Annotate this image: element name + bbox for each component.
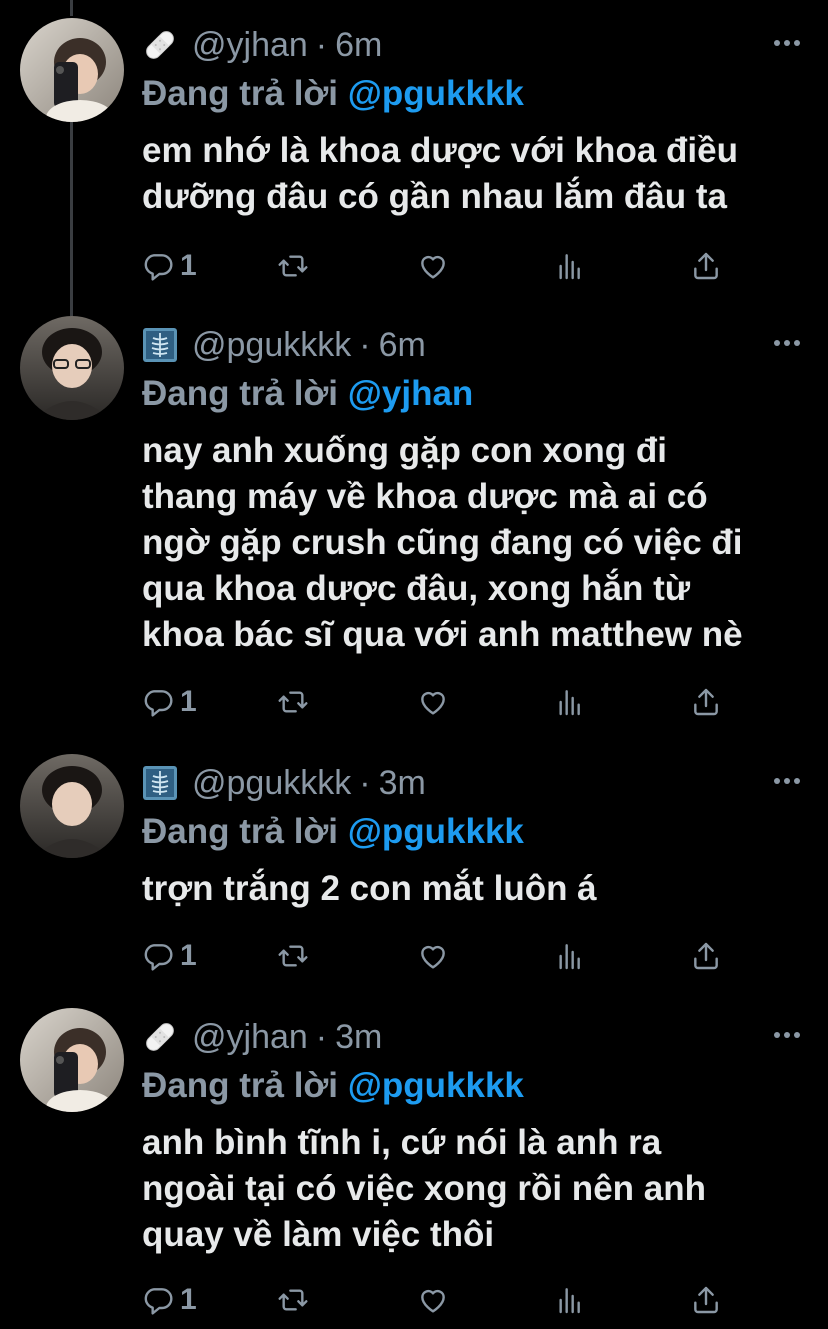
reply-mention[interactable]: @pgukkkk [348, 74, 524, 113]
like-button[interactable] [416, 682, 450, 722]
retweet-icon [276, 1284, 310, 1316]
retweet-button[interactable] [276, 682, 310, 722]
like-icon [416, 940, 450, 972]
x-ray-icon [142, 327, 178, 363]
tweet-time[interactable]: 3m [335, 1018, 382, 1057]
more-icon[interactable] [774, 328, 800, 358]
retweet-icon [276, 940, 310, 972]
reply-count: 1 [180, 685, 197, 718]
reply-count: 1 [180, 939, 197, 972]
separator-dot: · [359, 763, 371, 802]
reply-button[interactable]: 1 [142, 682, 197, 722]
more-icon[interactable] [774, 28, 800, 58]
tweet-time[interactable]: 6m [379, 326, 426, 365]
tweet-header: @yjhan · 6m [142, 22, 382, 68]
reply-button[interactable]: 1 [142, 246, 197, 286]
action-bar: 1 [142, 682, 742, 722]
share-button[interactable] [690, 246, 722, 286]
bandage-icon [142, 1019, 178, 1055]
analytics-button[interactable] [554, 1280, 586, 1320]
reply-label: Đang trả lời [142, 812, 339, 851]
share-button[interactable] [690, 682, 722, 722]
share-button[interactable] [690, 1280, 722, 1320]
share-icon [690, 1284, 722, 1316]
separator-dot: · [359, 325, 371, 364]
analytics-icon [554, 940, 586, 972]
tweet-text: em nhớ là khoa dược với khoa điều dưỡng … [142, 131, 738, 216]
tweet[interactable]: @yjhan · 6m Đang trả lời @pgukkkk em nhớ… [0, 18, 828, 302]
reply-button[interactable]: 1 [142, 936, 197, 976]
retweet-button[interactable] [276, 936, 310, 976]
separator-dot: · [315, 1017, 328, 1056]
more-icon[interactable] [774, 1020, 800, 1050]
reply-icon [142, 686, 174, 718]
thread-line [70, 0, 73, 16]
action-bar: 1 [142, 246, 742, 286]
tweet-time[interactable]: 6m [335, 26, 382, 65]
tweet-text: anh bình tĩnh i, cứ nói là anh ra ngoài … [142, 1123, 706, 1254]
reply-count: 1 [180, 249, 197, 282]
tweet-handle[interactable]: @yjhan [192, 26, 308, 65]
reply-context: Đang trả lời @yjhan [142, 374, 473, 414]
tweet[interactable]: @pgukkkk · 3m Đang trả lời @pgukkkk trợn… [0, 754, 828, 1000]
reply-label: Đang trả lời [142, 74, 339, 113]
tweet[interactable]: @pgukkkk · 6m Đang trả lời @yjhan nay an… [0, 316, 828, 742]
avatar[interactable] [20, 316, 124, 420]
analytics-icon [554, 686, 586, 718]
reply-context: Đang trả lời @pgukkkk [142, 812, 524, 852]
tweet-text: nay anh xuống gặp con xong đi thang máy … [142, 431, 743, 654]
x-ray-icon [142, 765, 178, 801]
bandage-icon [142, 27, 178, 63]
reply-context: Đang trả lời @pgukkkk [142, 74, 524, 114]
reply-icon [142, 1284, 174, 1316]
action-bar: 1 [142, 936, 742, 976]
analytics-button[interactable] [554, 246, 586, 286]
retweet-icon [276, 686, 310, 718]
reply-label: Đang trả lời [142, 1066, 339, 1105]
reply-mention[interactable]: @yjhan [348, 374, 474, 413]
avatar[interactable] [20, 754, 124, 858]
separator-dot: · [315, 25, 328, 64]
analytics-button[interactable] [554, 936, 586, 976]
reply-mention[interactable]: @pgukkkk [348, 1066, 524, 1105]
reply-mention[interactable]: @pgukkkk [348, 812, 524, 851]
reply-context: Đang trả lời @pgukkkk [142, 1066, 524, 1106]
reply-button[interactable]: 1 [142, 1280, 197, 1320]
like-button[interactable] [416, 1280, 450, 1320]
share-icon [690, 686, 722, 718]
like-icon [416, 250, 450, 282]
like-icon [416, 686, 450, 718]
like-icon [416, 1284, 450, 1316]
retweet-icon [276, 250, 310, 282]
tweet-header: @pgukkkk · 6m [142, 322, 426, 368]
tweet-header: @yjhan · 3m [142, 1014, 382, 1060]
retweet-button[interactable] [276, 246, 310, 286]
tweet-text: trợn trắng 2 con mắt luôn á [142, 869, 597, 908]
analytics-icon [554, 1284, 586, 1316]
share-button[interactable] [690, 936, 722, 976]
tweet-handle[interactable]: @yjhan [192, 1018, 308, 1057]
tweet-header: @pgukkkk · 3m [142, 760, 426, 806]
reply-count: 1 [180, 1283, 197, 1316]
analytics-button[interactable] [554, 682, 586, 722]
more-icon[interactable] [774, 766, 800, 796]
tweet[interactable]: @yjhan · 3m Đang trả lời @pgukkkk anh bì… [0, 1008, 828, 1329]
tweet-time[interactable]: 3m [379, 764, 426, 803]
avatar[interactable] [20, 1008, 124, 1112]
tweet-handle[interactable]: @pgukkkk [192, 326, 351, 365]
avatar[interactable] [20, 18, 124, 122]
share-icon [690, 940, 722, 972]
retweet-button[interactable] [276, 1280, 310, 1320]
reply-label: Đang trả lời [142, 374, 339, 413]
like-button[interactable] [416, 246, 450, 286]
share-icon [690, 250, 722, 282]
tweet-handle[interactable]: @pgukkkk [192, 764, 351, 803]
like-button[interactable] [416, 936, 450, 976]
action-bar: 1 [142, 1280, 742, 1320]
reply-icon [142, 940, 174, 972]
reply-icon [142, 250, 174, 282]
analytics-icon [554, 250, 586, 282]
